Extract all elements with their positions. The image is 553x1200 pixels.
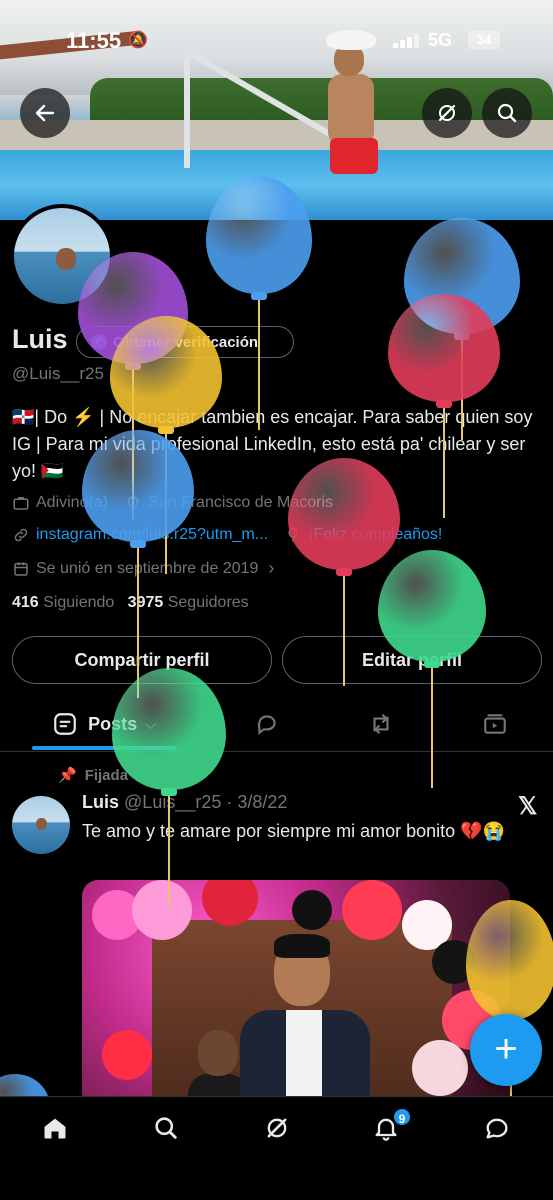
tab-replies[interactable] xyxy=(242,698,292,750)
posts-icon xyxy=(54,713,77,735)
balloon xyxy=(378,550,486,788)
post-avatar[interactable] xyxy=(12,796,70,854)
reply-icon xyxy=(257,715,276,735)
silent-bell-icon: 🔕 xyxy=(128,32,148,49)
battery-icon: 34 xyxy=(468,30,500,50)
grok-icon xyxy=(438,104,456,122)
nav-grok[interactable] xyxy=(252,1111,302,1145)
following-count: 416 xyxy=(12,594,39,611)
x-logo-icon: 𝕏 xyxy=(518,793,538,820)
search-icon xyxy=(155,1117,177,1139)
post-date: · 3/8/22 xyxy=(226,792,288,812)
balloon xyxy=(388,294,500,518)
search-button[interactable] xyxy=(482,88,532,138)
banner-rail-post xyxy=(184,48,190,168)
link-icon xyxy=(14,528,28,542)
chevron-right-icon: › xyxy=(268,558,275,578)
status-time: 11:55 xyxy=(66,28,122,53)
network-label: 5G xyxy=(428,30,453,50)
messages-icon xyxy=(486,1118,508,1139)
search-icon xyxy=(497,103,517,123)
signal-icon xyxy=(393,34,419,48)
compose-button[interactable]: + xyxy=(470,1014,542,1086)
nav-home[interactable] xyxy=(30,1111,80,1145)
home-icon xyxy=(44,1118,66,1139)
grok-icon xyxy=(267,1118,287,1138)
post-image[interactable] xyxy=(82,880,510,1110)
nav-messages[interactable] xyxy=(472,1111,522,1145)
nav-search[interactable] xyxy=(141,1111,191,1145)
notifications-badge: 9 xyxy=(392,1107,412,1127)
back-button[interactable] xyxy=(20,88,70,138)
pin-icon: 📌 xyxy=(58,767,77,784)
balloon xyxy=(112,668,226,906)
balloon xyxy=(82,430,194,698)
briefcase-icon xyxy=(13,497,29,510)
arrow-left-icon xyxy=(35,104,55,122)
banner-deck xyxy=(0,120,553,152)
status-bar: 11:55 🔕 5G 34 xyxy=(0,26,553,56)
grok-button[interactable] xyxy=(422,88,472,138)
profile-name: Luis xyxy=(12,324,68,354)
bottom-nav: 9 xyxy=(0,1096,553,1200)
calendar-icon xyxy=(14,561,28,576)
